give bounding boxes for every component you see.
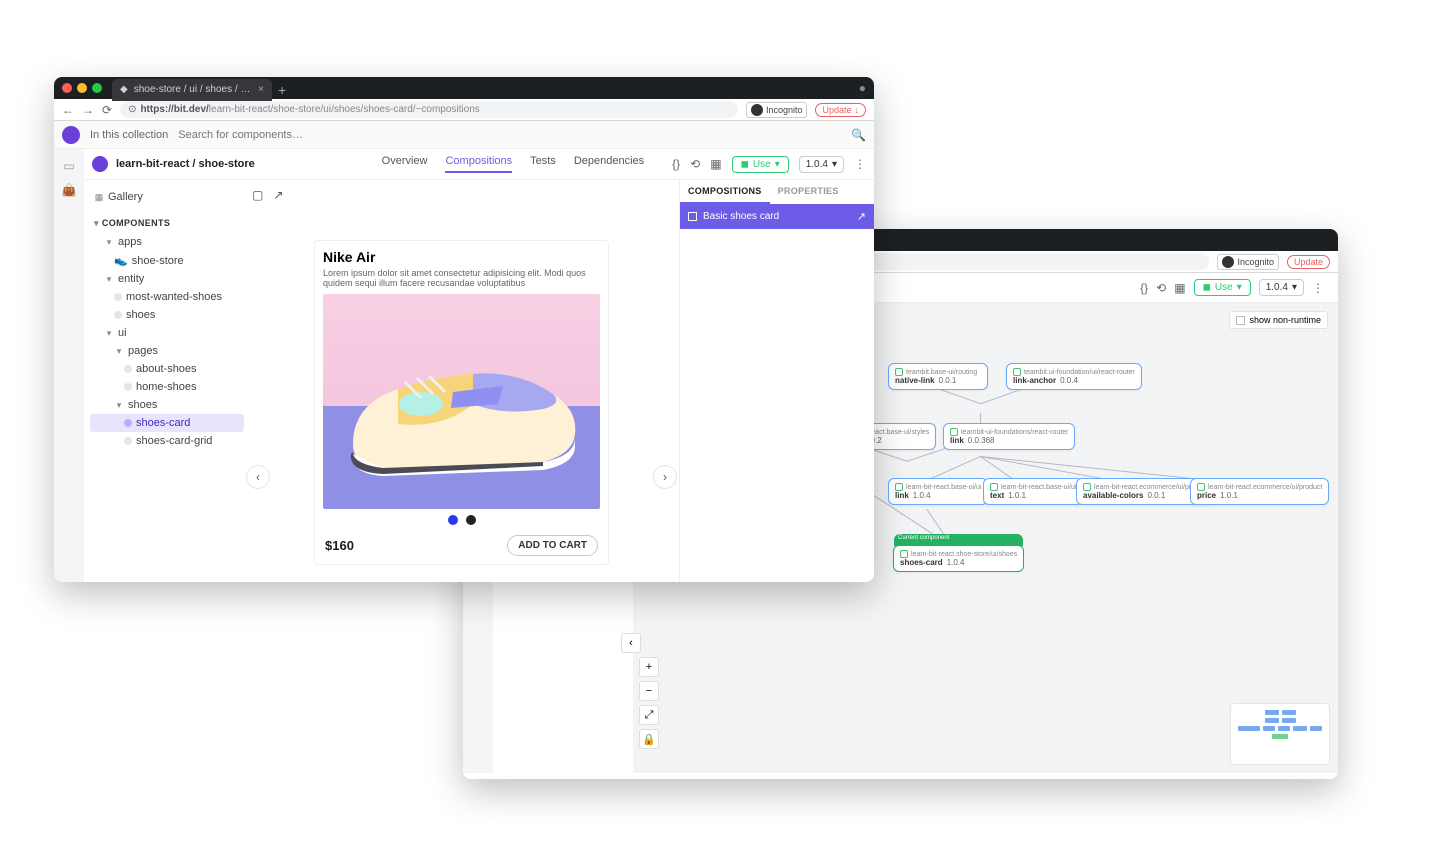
dep-node-price[interactable]: learn-bit-react.ecommerce/ui/product pri… [1190, 478, 1329, 505]
shoes-card-preview: Nike Air Lorem ipsum dolor sit amet cons… [314, 240, 609, 565]
traffic-lights[interactable] [62, 83, 102, 93]
tree-shoes[interactable]: ▾shoes [90, 396, 244, 414]
scope-avatar[interactable] [62, 126, 80, 144]
tab-tests[interactable]: Tests [530, 155, 556, 173]
tree-home-shoes[interactable]: home-shoes [90, 378, 244, 396]
grid-icon[interactable]: ▦ [710, 157, 721, 171]
fit-button[interactable]: ⤢ [639, 705, 659, 725]
search-icon[interactable]: 🔍 [851, 128, 866, 142]
tree-most-wanted[interactable]: most-wanted-shoes [90, 288, 244, 306]
panel-icon[interactable]: ▭ [63, 159, 74, 173]
frame-icon[interactable]: ▢ [252, 188, 263, 202]
dep-node-link[interactable]: learn-bit-react.base-ui/ui link1.0.4 [888, 478, 988, 505]
component-tree: ▦Gallery ▾ COMPONENTS ▾apps 👟shoe-store … [84, 180, 244, 582]
scope-name[interactable]: learn-bit-react / shoe-store [116, 158, 255, 170]
components-header: ▾ COMPONENTS [90, 214, 244, 233]
search-input[interactable] [178, 129, 841, 141]
tree-pages[interactable]: ▾pages [90, 342, 244, 360]
dep-node-native-link[interactable]: teambit.base-ui/routing native-link0.0.1 [888, 363, 988, 390]
version-select[interactable]: 1.0.4 ▾ [1259, 279, 1304, 296]
dep-node-link-anchor[interactable]: teambit.ui-foundation/ui/react-router li… [1006, 363, 1142, 390]
tab-overview[interactable]: Overview [382, 155, 428, 173]
prev-composition-button[interactable]: ‹ [246, 465, 270, 489]
composition-icon [688, 212, 697, 221]
lock-button[interactable]: 🔒 [639, 729, 659, 749]
composition-canvas: ‹ › Nike Air Lorem ipsum dolor sit amet … [244, 210, 679, 582]
history-icon[interactable]: ⟲ [690, 157, 700, 171]
code-icon[interactable]: {} [672, 157, 680, 171]
browser-tab[interactable]: ◆shoe-store / ui / shoes / shoe…× [112, 79, 272, 101]
insp-tab-properties[interactable]: PROPERTIES [770, 180, 847, 204]
card-desc: Lorem ipsum dolor sit amet consectetur a… [323, 268, 600, 288]
card-title: Nike Air [323, 249, 600, 265]
more-icon[interactable]: ⋮ [1312, 281, 1324, 295]
price: $160 [325, 538, 354, 553]
version-select[interactable]: 1.0.4 ▾ [799, 156, 844, 173]
grid-icon[interactable]: ▦ [1174, 281, 1185, 295]
bag-icon[interactable]: 👜 [62, 183, 77, 197]
scope-avatar-small[interactable] [92, 156, 108, 172]
open-in-new-icon[interactable]: ↗ [857, 210, 866, 223]
inspector-panel: COMPOSITIONS PROPERTIES Basic shoes card… [679, 180, 874, 582]
add-to-cart-button[interactable]: ADD TO CART [507, 535, 598, 556]
incognito-chip: Incognito [1217, 254, 1279, 270]
code-icon[interactable]: {} [1140, 281, 1148, 295]
forward-icon[interactable]: → [82, 104, 94, 116]
collapse-panel-button[interactable]: ‹ [621, 633, 641, 653]
carousel-dots[interactable] [323, 509, 600, 531]
tree-apps[interactable]: ▾apps [90, 233, 244, 251]
history-icon[interactable]: ⟲ [1156, 281, 1166, 295]
tree-shoe-store[interactable]: 👟shoe-store [90, 251, 244, 270]
sneaker-illustration [343, 334, 583, 484]
new-tab-button[interactable]: + [278, 82, 286, 98]
insp-tab-compositions[interactable]: COMPOSITIONS [680, 180, 770, 204]
use-button[interactable]: ◼ Use ▾ [1194, 279, 1251, 296]
zoom-in-button[interactable]: + [639, 657, 659, 677]
tree-shoes-entity[interactable]: shoes [90, 306, 244, 324]
tree-entity[interactable]: ▾entity [90, 270, 244, 288]
secure-icon: ⊙ [128, 104, 136, 115]
update-button[interactable]: Update ↓ [815, 103, 866, 117]
dep-node-link-router[interactable]: learnbit-ui-foundations/react-router lin… [943, 423, 1075, 450]
window-close-icon[interactable]: ● [859, 81, 866, 95]
dep-node-text[interactable]: learn-bit-react.base-ui/ui text1.0.1 [983, 478, 1083, 505]
incognito-chip: Incognito [746, 102, 808, 118]
show-non-runtime-toggle[interactable]: show non-runtime [1229, 311, 1328, 329]
url-field[interactable]: ⊙ https://bit.dev/learn-bit-react/shoe-s… [120, 101, 738, 118]
open-external-icon[interactable]: ↗ [273, 188, 283, 202]
close-tab-icon[interactable]: × [258, 84, 264, 95]
composition-item-basic[interactable]: Basic shoes card ↗ [680, 204, 874, 229]
dot-2[interactable] [466, 515, 476, 525]
back-icon[interactable]: ← [62, 104, 74, 116]
dot-1[interactable] [448, 515, 458, 525]
titlebar: ◆shoe-store / ui / shoes / shoe…× + ● [54, 77, 874, 99]
tab-compositions[interactable]: Compositions [445, 155, 512, 173]
minimap[interactable] [1230, 703, 1330, 765]
gallery-row[interactable]: ▦Gallery [90, 188, 244, 206]
tab-dependencies[interactable]: Dependencies [574, 155, 644, 173]
more-icon[interactable]: ⋮ [854, 157, 866, 171]
tree-shoes-card[interactable]: shoes-card [90, 414, 244, 432]
tree-ui[interactable]: ▾ui [90, 324, 244, 342]
product-image [323, 294, 600, 509]
tree-shoes-card-grid[interactable]: shoes-card-grid [90, 432, 244, 450]
reload-icon[interactable]: ⟳ [102, 104, 112, 116]
zoom-out-button[interactable]: − [639, 681, 659, 701]
update-button[interactable]: Update [1287, 255, 1330, 269]
dep-node-current-shoes-card[interactable]: Current component learn-bit-react.shoe-s… [893, 545, 1024, 572]
next-composition-button[interactable]: › [653, 465, 677, 489]
use-button[interactable]: ◼ Use ▾ [732, 156, 789, 173]
left-rail: ▭ 👜 [54, 149, 84, 582]
tree-about-shoes[interactable]: about-shoes [90, 360, 244, 378]
collection-label: In this collection [90, 129, 168, 141]
